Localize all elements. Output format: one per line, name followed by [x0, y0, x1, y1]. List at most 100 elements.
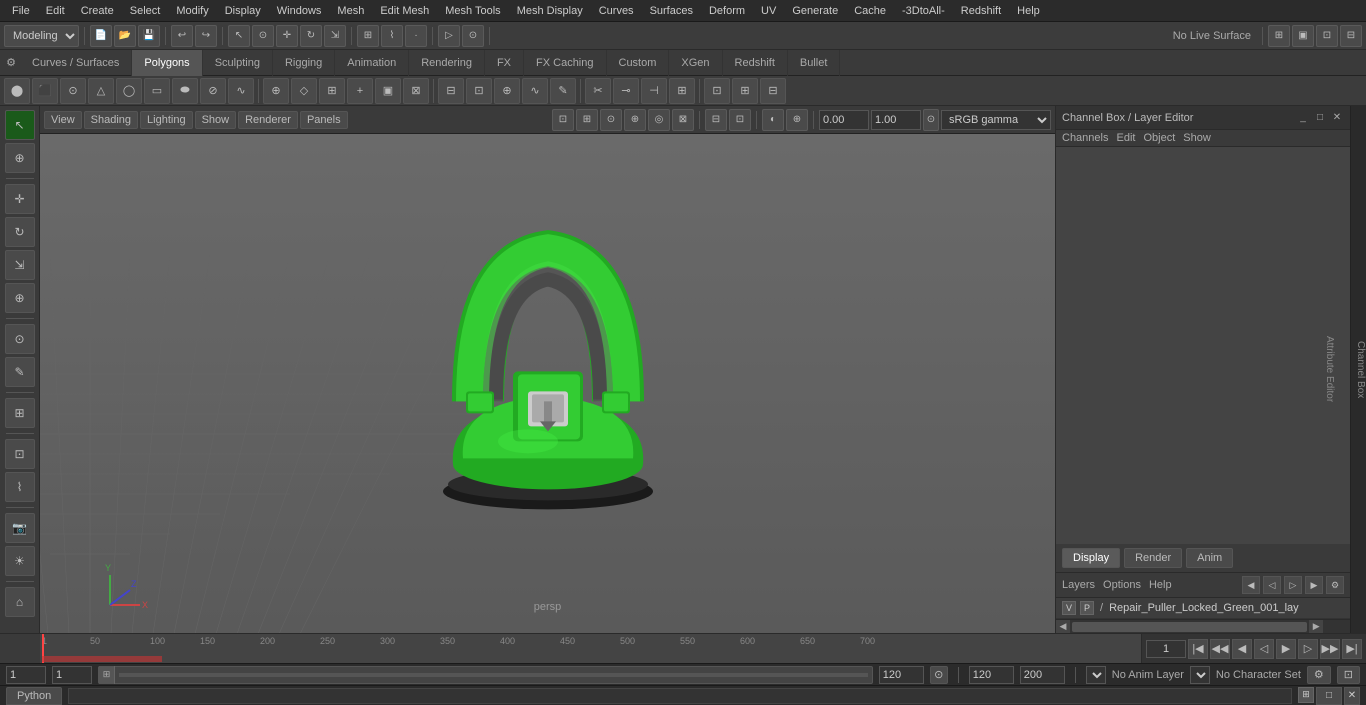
- char-set-dropdown[interactable]: ▾: [1190, 666, 1210, 684]
- step-back-btn[interactable]: ◀: [1232, 639, 1252, 659]
- universal-manip-btn[interactable]: ⊕: [5, 283, 35, 313]
- vp-res-btn[interactable]: ⊕: [786, 109, 808, 131]
- color-profile-select[interactable]: sRGB gamma: [941, 110, 1051, 130]
- menu-redshift[interactable]: Redshift: [953, 3, 1009, 19]
- snap-curve-lt-btn[interactable]: ⌇: [5, 472, 35, 502]
- scale-tool-btn[interactable]: ⇲: [5, 250, 35, 280]
- mode-dropdown[interactable]: Modeling: [4, 25, 79, 47]
- attribute-editor-strip[interactable]: Channel Box Attribute Editor: [1350, 106, 1366, 633]
- tab-settings-icon[interactable]: ⚙: [2, 54, 20, 72]
- layer-icon1[interactable]: ◀: [1242, 576, 1260, 594]
- layout-btn1[interactable]: ⊞: [1268, 25, 1290, 47]
- sculpt-icon[interactable]: ✎: [550, 78, 576, 104]
- scale-btn[interactable]: ⇲: [324, 25, 346, 47]
- light-btn[interactable]: ☀: [5, 546, 35, 576]
- render-tab[interactable]: Render: [1124, 548, 1182, 568]
- scroll-left-btn[interactable]: ◀: [1056, 620, 1070, 634]
- poly-cube-icon[interactable]: ⬛: [32, 78, 58, 104]
- menu-modify[interactable]: Modify: [168, 3, 216, 19]
- tab-fx-caching[interactable]: FX Caching: [524, 50, 606, 76]
- python-input[interactable]: [68, 688, 1292, 704]
- vp-ctrl1[interactable]: ⊡: [552, 109, 574, 131]
- tab-curves-surfaces[interactable]: Curves / Surfaces: [20, 50, 132, 76]
- layer-visibility-p[interactable]: P: [1080, 601, 1094, 615]
- window-control-close[interactable]: ✕: [1344, 687, 1360, 705]
- snap-grid-btn[interactable]: ⊞: [357, 25, 379, 47]
- layer-icon5[interactable]: ⚙: [1326, 576, 1344, 594]
- paint-select-btn[interactable]: ⊕: [5, 143, 35, 173]
- snap-grid-lt-btn[interactable]: ⊡: [5, 439, 35, 469]
- layer-icon3[interactable]: ▷: [1284, 576, 1302, 594]
- status-extra-btn[interactable]: ⊡: [1337, 666, 1360, 684]
- lasso-btn[interactable]: ⊙: [252, 25, 274, 47]
- layer-visibility-v[interactable]: V: [1062, 601, 1076, 615]
- layer-icon2[interactable]: ◁: [1263, 576, 1281, 594]
- menu-file[interactable]: File: [4, 3, 38, 19]
- menu-edit[interactable]: Edit: [38, 3, 73, 19]
- play-back-btn[interactable]: ◁: [1254, 639, 1274, 659]
- poly-cone-icon[interactable]: △: [88, 78, 114, 104]
- anim-tab[interactable]: Anim: [1186, 548, 1233, 568]
- char-set-settings-btn[interactable]: ⚙: [1307, 666, 1331, 684]
- tab-rigging[interactable]: Rigging: [273, 50, 335, 76]
- object-btn[interactable]: Object: [1143, 132, 1175, 144]
- menu-edit-mesh[interactable]: Edit Mesh: [372, 3, 437, 19]
- tab-rendering[interactable]: Rendering: [409, 50, 485, 76]
- menu-display[interactable]: Display: [217, 3, 269, 19]
- window-control-restore[interactable]: □: [1316, 687, 1342, 705]
- uv3-icon[interactable]: ⊟: [760, 78, 786, 104]
- poly-fill-icon[interactable]: ▣: [375, 78, 401, 104]
- poly-helix-icon[interactable]: ∿: [228, 78, 254, 104]
- edge-loop-icon[interactable]: ⊟: [438, 78, 464, 104]
- frame-input[interactable]: [52, 666, 92, 684]
- python-tab[interactable]: Python: [6, 687, 62, 705]
- menu-cache[interactable]: Cache: [846, 3, 894, 19]
- range-end-btn[interactable]: ⊙: [930, 666, 948, 684]
- menu-windows[interactable]: Windows: [269, 3, 330, 19]
- tab-custom[interactable]: Custom: [607, 50, 670, 76]
- prev-key-btn[interactable]: ◀◀: [1210, 639, 1230, 659]
- show-manip-btn[interactable]: ⊞: [5, 398, 35, 428]
- poly-sphere-icon[interactable]: ⬤: [4, 78, 30, 104]
- layout-btn2[interactable]: ▣: [1292, 25, 1314, 47]
- range-slider-handle[interactable]: ⊞: [99, 666, 115, 684]
- display-tab[interactable]: Display: [1062, 548, 1120, 568]
- timeline-ruler[interactable]: 1 50 100 150 200 250 300 350 400 450 500…: [40, 634, 1141, 664]
- vp-ctrl6[interactable]: ⊠: [672, 109, 694, 131]
- tab-sculpting[interactable]: Sculpting: [203, 50, 273, 76]
- layer-icon4[interactable]: ▶: [1305, 576, 1323, 594]
- edit-btn[interactable]: Edit: [1116, 132, 1135, 144]
- tab-fx[interactable]: FX: [485, 50, 524, 76]
- vp-panels-btn[interactable]: Panels: [300, 111, 348, 129]
- range-start-input[interactable]: [6, 666, 46, 684]
- rp-maximize-btn[interactable]: □: [1313, 111, 1327, 125]
- poly-torus-icon[interactable]: ◯: [116, 78, 142, 104]
- ipr-btn[interactable]: ⊙: [462, 25, 484, 47]
- rotate-btn[interactable]: ↻: [300, 25, 322, 47]
- tab-bullet[interactable]: Bullet: [788, 50, 841, 76]
- uv2-icon[interactable]: ⊞: [732, 78, 758, 104]
- open-file-btn[interactable]: 📂: [114, 25, 136, 47]
- poly-disk-icon[interactable]: ⬬: [172, 78, 198, 104]
- maya-home-btn[interactable]: ⌂: [5, 587, 35, 617]
- menu-uv[interactable]: UV: [753, 3, 784, 19]
- vp-shading-btn[interactable]: Shading: [84, 111, 138, 129]
- connect-icon[interactable]: ⊕: [494, 78, 520, 104]
- vp-view-btn[interactable]: View: [44, 111, 82, 129]
- anim-end-input[interactable]: [969, 666, 1014, 684]
- save-file-btn[interactable]: 💾: [138, 25, 160, 47]
- zoom-value-input[interactable]: [871, 110, 921, 130]
- camera-value-input[interactable]: [819, 110, 869, 130]
- scroll-right-btn[interactable]: ▶: [1309, 620, 1323, 634]
- vp-isolate-btn[interactable]: ◐: [762, 109, 784, 131]
- mirror-icon[interactable]: ⊣: [641, 78, 667, 104]
- vp-grid-btn[interactable]: ⊟: [705, 109, 727, 131]
- vp-ctrl4[interactable]: ⊕: [624, 109, 646, 131]
- poly-bridge-icon[interactable]: ⊞: [319, 78, 345, 104]
- viewport-3d[interactable]: persp X Y Z: [40, 134, 1055, 633]
- scroll-thumb[interactable]: [1072, 622, 1307, 632]
- layout-btn3[interactable]: ⊡: [1316, 25, 1338, 47]
- uv-icon[interactable]: ⊡: [704, 78, 730, 104]
- camera-btn[interactable]: 📷: [5, 513, 35, 543]
- horizontal-scrollbar[interactable]: ◀ ▶: [1056, 619, 1350, 633]
